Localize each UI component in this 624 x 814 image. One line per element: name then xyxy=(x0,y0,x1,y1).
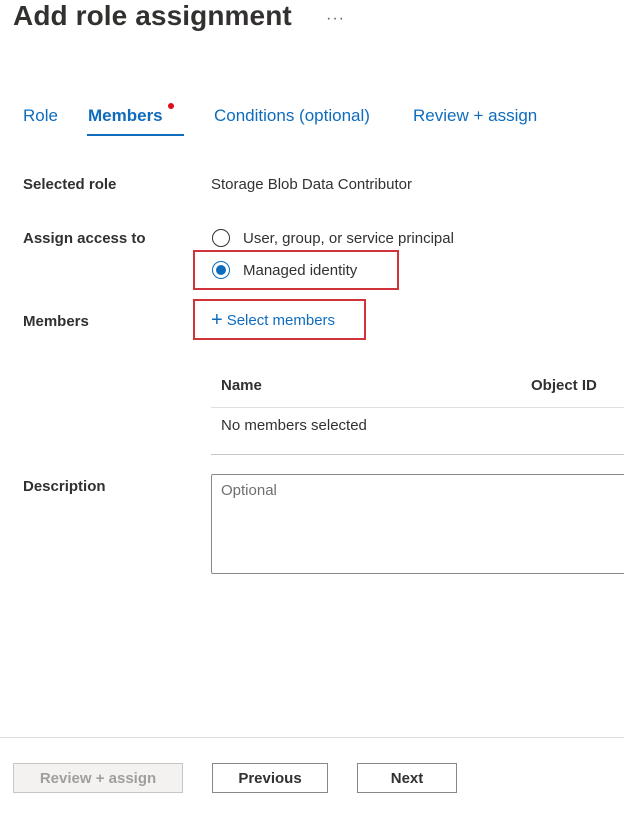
tab-members[interactable]: Members xyxy=(88,106,163,126)
tab-role[interactable]: Role xyxy=(23,106,58,126)
radio-managed-identity[interactable]: Managed identity xyxy=(212,259,357,281)
tab-members-indicator-dot xyxy=(168,103,174,109)
select-members-label: Select members xyxy=(226,311,336,329)
radio-unchecked-icon[interactable] xyxy=(212,229,230,247)
tab-review-assign[interactable]: Review + assign xyxy=(413,106,537,126)
footer-divider xyxy=(0,737,624,738)
radio-managed-identity-label: Managed identity xyxy=(243,261,358,279)
next-button[interactable]: Next xyxy=(357,763,457,793)
selected-role-value: Storage Blob Data Contributor xyxy=(211,176,412,193)
table-header-divider xyxy=(211,407,624,408)
assign-access-label: Assign access to xyxy=(23,230,146,247)
select-members-link[interactable]: + Select members xyxy=(211,310,335,330)
page-title: Add role assignment xyxy=(13,0,292,31)
table-empty-row: No members selected xyxy=(221,417,367,434)
table-bottom-divider xyxy=(211,454,624,455)
radio-user-group-sp-label: User, group, or service principal xyxy=(243,229,454,247)
ellipsis-icon[interactable]: ··· xyxy=(326,10,345,28)
plus-icon: + xyxy=(211,309,223,331)
review-assign-button[interactable]: Review + assign xyxy=(13,763,183,793)
description-label: Description xyxy=(23,478,106,495)
active-tab-underline xyxy=(87,134,184,136)
previous-button[interactable]: Previous xyxy=(212,763,328,793)
members-label: Members xyxy=(23,313,89,330)
selected-role-label: Selected role xyxy=(23,176,117,193)
column-header-object-id: Object ID xyxy=(531,377,597,394)
column-header-name: Name xyxy=(221,377,262,394)
radio-checked-icon[interactable] xyxy=(212,261,230,279)
description-textarea[interactable] xyxy=(211,474,624,574)
tab-conditions[interactable]: Conditions (optional) xyxy=(214,106,370,126)
radio-user-group-sp[interactable]: User, group, or service principal xyxy=(212,227,454,249)
